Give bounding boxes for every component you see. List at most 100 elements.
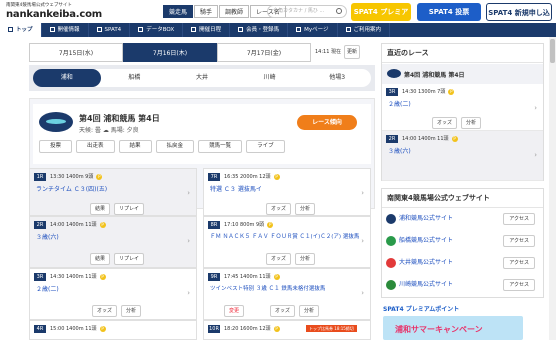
premium-point-promo[interactable]: SPAT4 プレミアムポイント 浦和サマーキャンペーン [381, 302, 544, 340]
results-button[interactable]: 結果 [118, 140, 152, 153]
funabashi-site-link[interactable]: 船橋競馬公式サイト アクセス [386, 231, 541, 251]
kawasaki-site-link[interactable]: 川崎競馬公式サイト アクセス [386, 275, 541, 295]
race-number: 2R [386, 135, 398, 143]
race-meta: 17:45 1400m 11頭 [224, 274, 271, 280]
spat4-signup-button[interactable]: SPAT4 新規申し込み [486, 3, 552, 35]
result-button[interactable]: 結果 [90, 203, 111, 215]
nav-label: 開催日程 [199, 27, 222, 33]
nav-databox[interactable]: データBOX [130, 23, 184, 37]
tab-horse[interactable]: 競走馬 [163, 5, 194, 18]
nav-label: 開催情報 [57, 27, 80, 33]
race-number: 2R [34, 221, 46, 229]
vote-button[interactable]: 投票 [39, 140, 73, 153]
refresh-button[interactable]: 更新 [344, 45, 361, 59]
analysis-button[interactable]: 分析 [295, 253, 316, 265]
race-name[interactable]: ランチタイム Ｃ３(四)(五) [36, 184, 107, 193]
site-subtitle: 南関東4競馬場公式ウェブサイト [6, 3, 72, 8]
search-icon[interactable] [336, 8, 342, 14]
access-button[interactable]: アクセス [503, 235, 535, 247]
payout-button[interactable]: 払戻金 [155, 140, 195, 153]
replay-button[interactable]: リプレイ [114, 203, 145, 215]
odds-button[interactable]: オッズ [266, 203, 292, 215]
replay-button[interactable]: リプレイ [114, 253, 145, 265]
access-button[interactable]: アクセス [503, 257, 535, 269]
page-scrollbar[interactable] [549, 37, 556, 340]
spat4-vote-button[interactable]: SPAT4 投票 [417, 3, 481, 21]
venue-funabashi[interactable]: 船橋 [101, 69, 169, 87]
analysis-button[interactable]: 分析 [299, 305, 320, 317]
venue-kawasaki[interactable]: 川崎 [236, 69, 304, 87]
access-button[interactable]: アクセス [503, 279, 535, 291]
race-row[interactable]: 9R 17:45 1400m 11頭 P ツインベスト特別 ３歳 Ｃ１ 鉄馬未格付選… [203, 268, 371, 320]
odds-button[interactable]: オッズ [270, 305, 296, 317]
ooi-site-link[interactable]: 大井競馬公式サイト アクセス [386, 253, 541, 273]
nav-member[interactable]: 会員・登録馬 [230, 23, 289, 37]
nav-schedule-info[interactable]: 開催情報 [42, 23, 89, 37]
nav-guide[interactable]: ご利用案内 [338, 23, 391, 37]
race-number: 3R [386, 88, 398, 96]
race-name[interactable]: ３歳(六) [388, 146, 411, 155]
point-icon: P [99, 222, 106, 228]
race-meta: 17:10 800m 9頭 [224, 222, 265, 228]
point-icon: P [96, 174, 103, 180]
help-icon [345, 27, 351, 32]
analysis-button[interactable]: 分析 [121, 305, 142, 317]
nav-spat4[interactable]: SPAT4 [89, 23, 131, 37]
scrollbar-thumb[interactable] [550, 39, 555, 63]
change-button[interactable]: 変更 [224, 305, 245, 317]
analysis-button[interactable]: 分析 [295, 203, 316, 215]
race-name[interactable]: 特選 Ｃ３ 選抜馬イ [210, 184, 262, 193]
recent-venue-row: 第4回 浦和競馬 第4日 [382, 64, 543, 84]
race-name[interactable]: ２歳(二) [388, 99, 411, 108]
race-list-button[interactable]: 競馬一覧 [198, 140, 243, 153]
race-row[interactable]: 3R 14:30 1400m 11頭 P ２歳(二) オッズ 分析 › [29, 268, 197, 320]
race-number: 7R [208, 173, 220, 181]
venue-urawa[interactable]: 浦和 [33, 69, 101, 87]
race-name[interactable]: ３歳(六) [36, 232, 59, 241]
odds-button[interactable]: オッズ [432, 117, 458, 129]
chevron-right-icon: › [534, 151, 537, 159]
race-row[interactable]: 8R 17:10 800m 9頭 P ＦＭ ＮＡＣＫ５ ＦＡＶ ＦＯＵＲ賞 Ｃ１(イ… [203, 216, 371, 268]
nav-top[interactable]: トップ [0, 23, 42, 37]
nav-mypage[interactable]: Myページ [288, 23, 338, 37]
urawa-site-link[interactable]: 浦和競馬公式サイト アクセス [386, 209, 541, 229]
result-button[interactable]: 結果 [90, 253, 111, 265]
promo-banner[interactable]: 浦和サマーキャンペーン [383, 316, 523, 340]
race-trend-button[interactable]: レース傾向 [297, 115, 357, 130]
premium-point-button[interactable]: SPAT4 プレミアムポイント [351, 3, 411, 34]
race-name[interactable]: ツインベスト特別 ３歳 Ｃ１ 鉄馬未格付選抜馬 [210, 284, 325, 292]
race-name[interactable]: ＦＭ ＮＡＣＫ５ ＦＡＶ ＦＯＵＲ賞 Ｃ１(イ)Ｃ２(ア) 選抜馬 [210, 232, 359, 240]
ooi-icon [386, 257, 396, 268]
race-row[interactable]: 7R 16:35 2000m 12頭 P 特選 Ｃ３ 選抜馬イ オッズ 分析 › [203, 168, 371, 216]
nav-label: SPAT4 [104, 27, 122, 33]
nav-calendar[interactable]: 開催日程 [183, 23, 231, 37]
venue-ooi[interactable]: 大井 [168, 69, 236, 87]
race-row[interactable]: 10R 18:20 1600m 12頭 P トップ比馬券 18:15締切 [203, 320, 371, 340]
race-row[interactable]: 1R 13:30 1400m 9頭 P ランチタイム Ｃ３(四)(五) 結果 リプレイ… [29, 168, 197, 216]
recent-race-row[interactable]: 2R 14:00 1400m 11頭 P ３歳(六) › [382, 131, 543, 181]
venue-other[interactable]: 他場3 [303, 69, 371, 87]
calendar-icon [191, 27, 197, 32]
search-input[interactable]: 全角カタカナ / 馬ひ ... [267, 5, 347, 18]
point-icon: P [99, 274, 106, 280]
date-tab-current[interactable]: 7月16日(木) [123, 43, 217, 62]
date-tab-next[interactable]: 7月17日(金) [217, 43, 311, 62]
entries-button[interactable]: 出走表 [76, 140, 115, 153]
analysis-button[interactable]: 分析 [461, 117, 482, 129]
live-button[interactable]: ライブ [246, 140, 285, 153]
access-button[interactable]: アクセス [503, 213, 535, 225]
date-tab-prev[interactable]: 7月15日(水) [29, 43, 123, 62]
chevron-right-icon: › [187, 289, 190, 297]
header: 南関東4競馬場公式ウェブサイト nankankeiba.com 競走馬 騎手 調… [0, 0, 556, 35]
tab-jockey[interactable]: 騎手 [194, 5, 219, 18]
race-day-title: 第4回 浦和競馬 第4日 [79, 114, 160, 123]
odds-button[interactable]: オッズ [92, 305, 118, 317]
race-row[interactable]: 2R 14:00 1400m 11頭 P ３歳(六) 結果 リプレイ › [29, 216, 197, 268]
race-name[interactable]: ２歳(二) [36, 284, 59, 293]
odds-button[interactable]: オッズ [266, 253, 292, 265]
point-icon: P [451, 136, 458, 142]
tab-trainer[interactable]: 調教師 [219, 5, 250, 18]
recent-race-row[interactable]: 3R 14:30 1300m 7頭 P ２歳(二) オッズ 分析 › [382, 84, 543, 131]
race-row[interactable]: 4R 15:00 1400m 11頭 P [29, 320, 197, 340]
site-logo[interactable]: nankankeiba.com [6, 9, 102, 20]
